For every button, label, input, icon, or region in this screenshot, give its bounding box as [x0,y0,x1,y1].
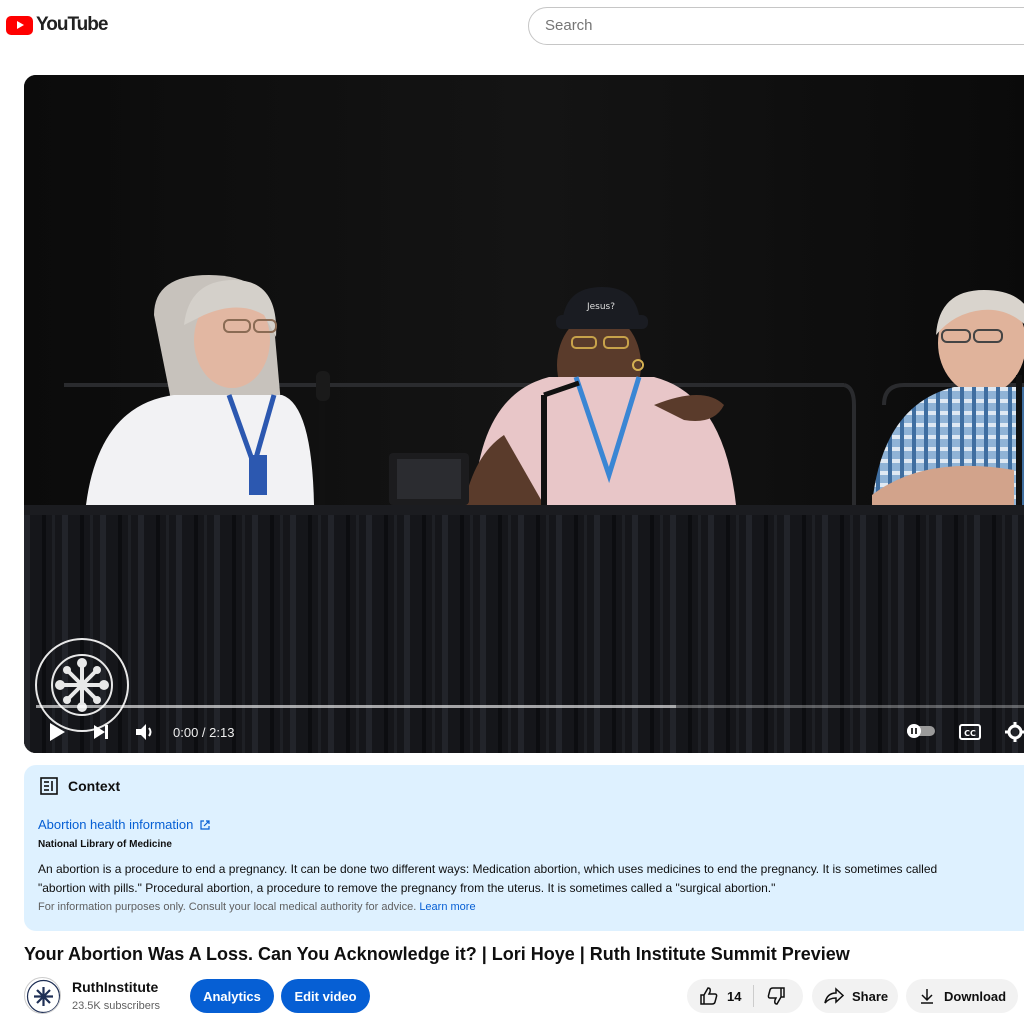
current-time: 0:00 [173,725,199,740]
download-label: Download [944,988,1007,1004]
video-player[interactable]: Jesus? 0:00 / 2:13 CC [24,75,1024,753]
skip-next-icon [94,725,108,739]
settings-button[interactable] [1002,719,1024,745]
channel-name[interactable]: RuthInstitute [72,979,158,995]
channel-avatar[interactable] [24,977,61,1014]
like-count: 14 [727,988,742,1004]
autoplay-toggle-icon [907,724,935,738]
context-footer: For information purposes only. Consult y… [38,901,476,913]
thumbs-up-icon [700,987,718,1005]
next-button[interactable] [88,719,114,745]
like-button[interactable]: 14 [687,979,753,1013]
logo-text: YouTube [36,14,108,35]
play-icon [50,723,65,741]
top-header: YouTube [0,0,1024,50]
context-header: Context [40,777,120,795]
context-source: National Library of Medicine [38,839,172,850]
context-body-line-1: An abortion is a procedure to end a preg… [38,862,938,876]
download-button[interactable]: Download [906,979,1018,1013]
context-footer-text: For information purposes only. Consult y… [38,901,417,913]
learn-more-link[interactable]: Learn more [419,901,475,913]
share-button[interactable]: Share [812,979,898,1013]
share-label: Share [852,988,889,1004]
play-button[interactable] [44,719,70,745]
progress-bar[interactable] [36,705,1024,708]
dislike-button[interactable] [754,979,798,1013]
captions-button[interactable]: CC [956,719,984,745]
player-controls: 0:00 / 2:13 CC [24,711,1024,753]
mute-button[interactable] [132,719,158,745]
thumbs-down-icon [768,987,786,1005]
context-body: An abortion is a procedure to end a preg… [38,860,1024,898]
share-icon [824,987,844,1004]
download-icon [921,989,933,1004]
context-link-text: Abortion health information [38,817,194,832]
buffered-progress [36,705,676,708]
context-link[interactable]: Abortion health information [38,817,211,832]
youtube-logo[interactable]: YouTube [6,14,108,36]
closed-captions-icon: CC [959,724,981,740]
subscriber-count: 23.5K subscribers [72,1000,161,1012]
volume-icon [136,724,152,740]
edit-video-button[interactable]: Edit video [281,979,370,1013]
video-title: Your Abortion Was A Loss. Can You Acknow… [24,944,850,964]
like-dislike-group: 14 [687,979,803,1013]
external-link-icon [200,819,210,830]
cap-text: Jesus? [586,302,615,312]
autoplay-toggle[interactable] [904,720,938,742]
search-input[interactable] [545,17,1005,34]
youtube-play-icon [6,15,33,35]
search-box[interactable] [528,7,1024,45]
channel-logo-icon [26,979,60,1013]
time-display: 0:00 / 2:13 [173,725,235,740]
context-panel: Context Abortion health information Nati… [24,765,1024,931]
duration: 2:13 [209,725,235,740]
context-info-icon [40,777,58,795]
context-title: Context [68,778,121,794]
context-body-line-2: "abortion with pills." Procedural aborti… [38,881,776,895]
gear-icon [1005,722,1024,742]
svg-text:CC: CC [964,729,976,738]
video-frame: Jesus? [24,75,1024,753]
analytics-button[interactable]: Analytics [190,979,274,1013]
